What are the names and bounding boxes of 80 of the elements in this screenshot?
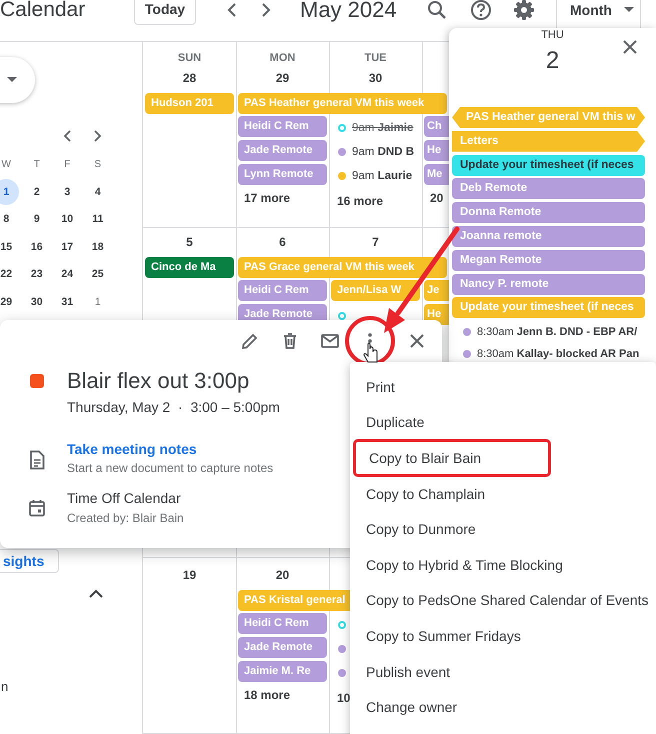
- timed-event[interactable]: 9am Laurie: [352, 170, 412, 182]
- weekday-label: F: [63, 158, 72, 172]
- menu-item[interactable]: Copy to Champlain: [350, 476, 656, 512]
- more-events-link[interactable]: 18 more: [236, 687, 329, 703]
- mini-calendar-day[interactable]: 11: [84, 206, 111, 232]
- calendar-name: Time Off Calendar: [67, 489, 181, 507]
- menu-item[interactable]: Change owner: [350, 689, 656, 725]
- weekday-label: MON: [270, 51, 296, 66]
- more-events-link[interactable]: 20: [422, 190, 449, 206]
- today-button[interactable]: Today: [134, 0, 196, 24]
- weekday-label: THU: [541, 28, 564, 42]
- mini-calendar-day[interactable]: 25: [84, 261, 111, 288]
- date-number[interactable]: 20: [276, 567, 290, 583]
- search-icon: [426, 0, 448, 20]
- timed-event[interactable]: 9am DND B: [352, 146, 414, 158]
- sidebar-text: n: [1, 678, 8, 694]
- current-period: May 2024: [300, 0, 398, 22]
- help-button[interactable]: [469, 0, 493, 22]
- timed-event[interactable]: 8:30am Jenn B. DND - EBP AR/: [477, 326, 638, 338]
- close-icon[interactable]: [622, 39, 638, 55]
- event-time: Thursday, May 2 · 3:00 – 5:00pm: [67, 398, 280, 416]
- mini-calendar-day[interactable]: 2: [24, 178, 50, 205]
- mini-calendar-day[interactable]: 16: [24, 234, 50, 260]
- event-chip[interactable]: Update your timesheet (if neces: [452, 154, 645, 176]
- menu-item[interactable]: Print: [350, 369, 656, 405]
- date-number[interactable]: 19: [182, 567, 196, 583]
- weekday-label: SUN: [178, 51, 202, 66]
- mini-calendar-day[interactable]: 31: [54, 288, 80, 315]
- more-events-link[interactable]: 17 more: [236, 190, 329, 206]
- mini-calendar-day[interactable]: 30: [24, 288, 50, 315]
- menu-item[interactable]: Publish event: [350, 654, 656, 690]
- mini-calendar-day[interactable]: 9: [24, 206, 50, 232]
- weekday-label: W: [0, 158, 12, 172]
- mini-calendar-day[interactable]: 1: [0, 178, 20, 205]
- creator-text: Created by: Blair Bain: [67, 510, 184, 526]
- menu-item[interactable]: Duplicate: [350, 404, 656, 440]
- document-icon: [28, 450, 46, 470]
- date-number[interactable]: 29: [276, 70, 290, 86]
- event-title: Blair flex out 3:00p: [67, 367, 250, 395]
- mini-calendar-day[interactable]: 22: [0, 261, 20, 288]
- caret-icon: [7, 77, 17, 83]
- date-number[interactable]: 7: [372, 234, 379, 250]
- mini-calendar-day[interactable]: 29: [0, 288, 20, 315]
- date-number[interactable]: 30: [368, 70, 382, 86]
- caret-icon: [624, 6, 634, 12]
- help-icon: [470, 0, 492, 20]
- view-dropdown[interactable]: Month: [563, 2, 637, 18]
- take-notes-link[interactable]: Take meeting notes: [67, 440, 197, 458]
- mini-calendar-day[interactable]: 23: [24, 261, 50, 288]
- mini-calendar-day[interactable]: 3: [54, 178, 80, 205]
- weekday-label: T: [32, 158, 41, 172]
- menu-item[interactable]: Copy to Dunmore: [350, 511, 656, 547]
- timed-event[interactable]: 8:30am Kallay- blocked AR Pan: [477, 348, 640, 360]
- mini-calendar-day[interactable]: 10: [54, 206, 80, 232]
- menu-item[interactable]: Copy to Hybrid & Time Blocking: [350, 546, 656, 583]
- date-number[interactable]: 5: [186, 234, 193, 250]
- notes-hint: Start a new document to capture notes: [67, 460, 274, 476]
- weekday-label: S: [93, 158, 102, 172]
- date-number[interactable]: 28: [182, 70, 196, 86]
- mini-calendar-day[interactable]: 24: [54, 261, 80, 288]
- menu-item[interactable]: Copy to Summer Fridays: [350, 618, 656, 654]
- calendar-icon: [28, 499, 46, 517]
- envelope-icon: [320, 331, 340, 351]
- caret-up-icon[interactable]: [88, 588, 104, 598]
- all-day-event[interactable]: Cinco de Ma: [145, 257, 234, 278]
- mini-calendar-day[interactable]: 4: [84, 178, 111, 205]
- mini-calendar-day[interactable]: 17: [54, 234, 80, 260]
- pencil-icon: [240, 331, 260, 351]
- mini-calendar-day[interactable]: 1: [84, 288, 111, 315]
- more-events-link[interactable]: 16 more: [329, 193, 422, 209]
- mini-calendar-day[interactable]: 15: [0, 234, 20, 260]
- date-number[interactable]: 6: [279, 234, 286, 250]
- settings-button[interactable]: [512, 0, 536, 22]
- mini-calendar-day[interactable]: 8: [0, 206, 20, 232]
- mini-calendar-day[interactable]: 18: [84, 234, 111, 260]
- app-title: Calendar: [0, 0, 86, 22]
- timed-event[interactable]: 9am Jaimie: [352, 122, 414, 134]
- menu-item[interactable]: Copy to Blair Bain: [353, 438, 551, 477]
- weekday-label: TUE: [364, 51, 386, 66]
- date-number: 2: [546, 46, 560, 76]
